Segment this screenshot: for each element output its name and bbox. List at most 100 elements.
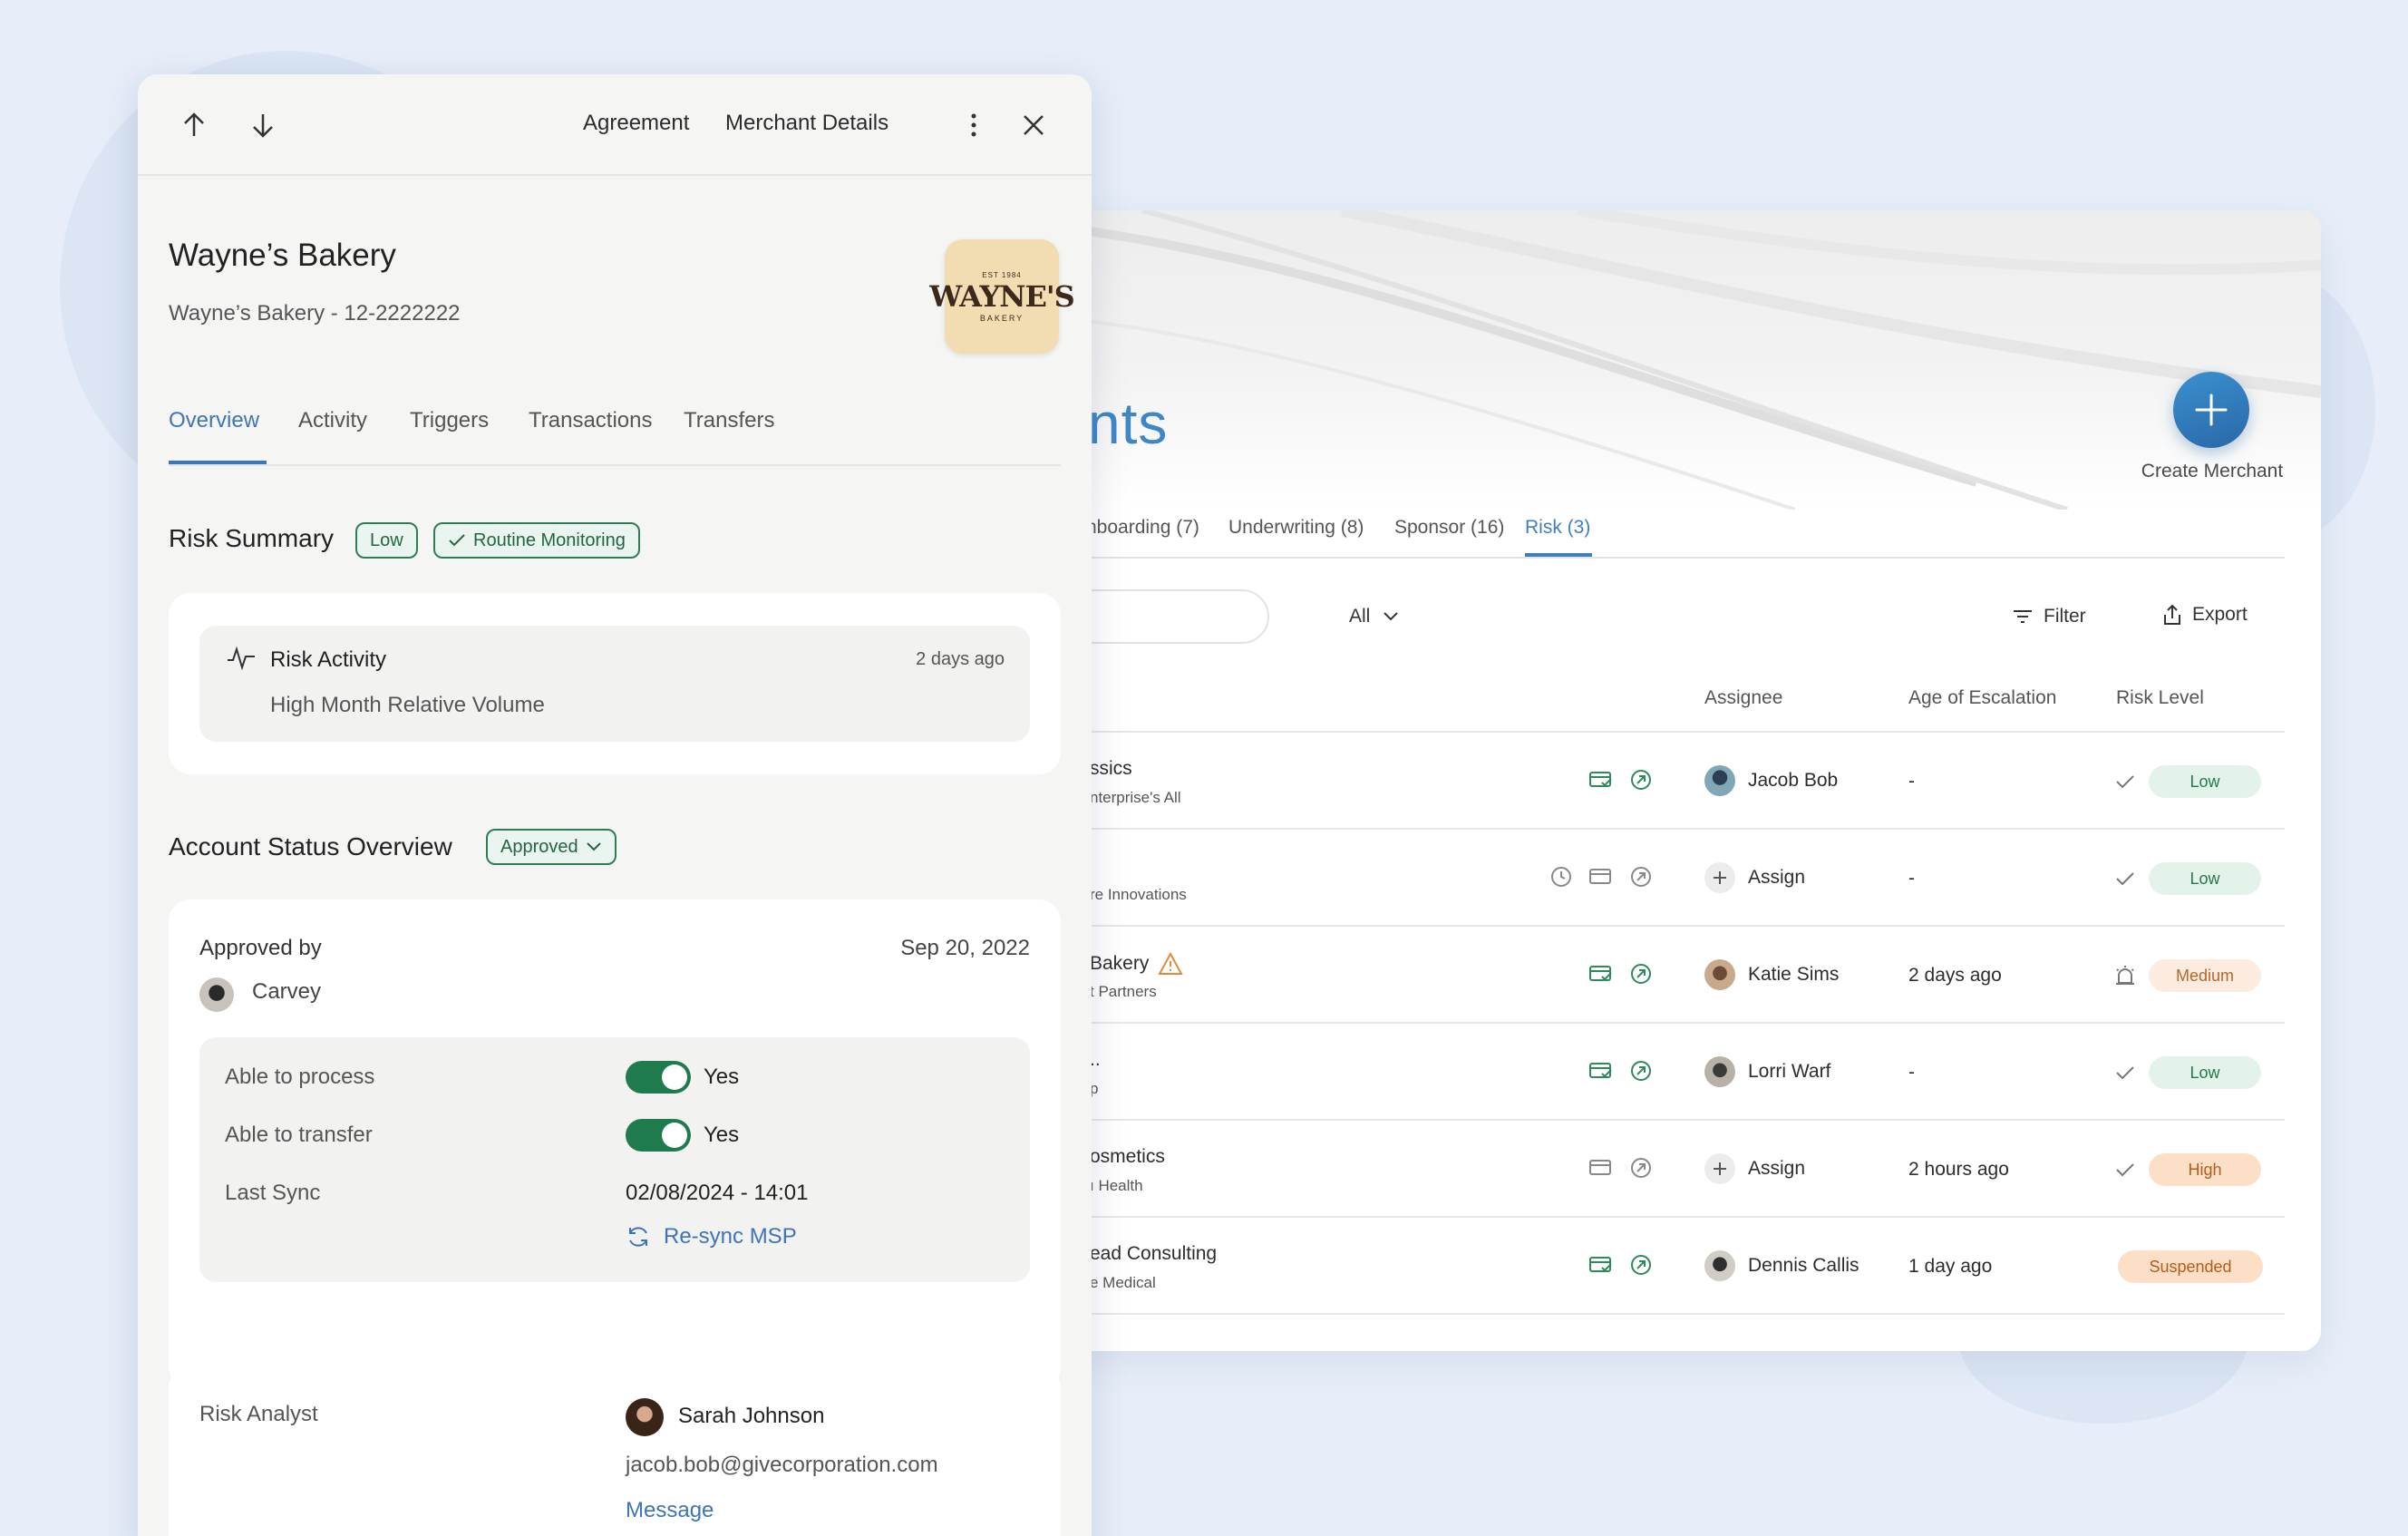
open-link-icon[interactable]	[1628, 1058, 1654, 1084]
agreement-link[interactable]: Agreement	[583, 111, 689, 136]
assignee[interactable]: Katie Sims	[1704, 959, 1839, 990]
card-check-icon[interactable]	[1588, 767, 1614, 792]
card-check-icon[interactable]	[1588, 1058, 1614, 1084]
last-sync-label: Last Sync	[225, 1181, 321, 1205]
tab-triggers[interactable]: Triggers	[410, 408, 489, 433]
tab-overview[interactable]: Overview	[169, 408, 259, 433]
check-icon	[2112, 1157, 2138, 1182]
account-capabilities: Able to process Yes Able to transfer Yes…	[199, 1037, 1030, 1282]
able-to-process-toggle[interactable]	[626, 1061, 691, 1094]
open-link-icon[interactable]	[1628, 961, 1654, 987]
assignee[interactable]: Lorri Warf	[1704, 1056, 1830, 1087]
avatar	[626, 1398, 664, 1436]
logo-sub: BAKERY	[979, 313, 1024, 323]
table-row[interactable]: ead Consulting e Medical Dennis Callis 1…	[1070, 1218, 2285, 1315]
check-icon	[2112, 1060, 2138, 1085]
more-vertical-icon[interactable]	[957, 109, 990, 141]
risk-level-badge: Low	[2149, 1056, 2261, 1089]
tab-activity[interactable]: Activity	[298, 408, 367, 433]
column-assignee: Assignee	[1704, 687, 1783, 708]
merchant-sub: ı Health	[1090, 1177, 1143, 1194]
chevron-down-icon	[586, 842, 601, 851]
search-input[interactable]	[1070, 589, 1269, 644]
assign-button[interactable]: Assign	[1704, 1153, 1805, 1184]
open-link-icon[interactable]	[1628, 864, 1654, 890]
create-merchant-label: Create Merchant	[2141, 461, 2284, 481]
merchant-name: ead Consulting	[1090, 1243, 1218, 1264]
tab-transactions[interactable]: Transactions	[529, 408, 653, 433]
able-to-process-label: Able to process	[225, 1065, 375, 1089]
export-button[interactable]: Export	[2163, 604, 2248, 626]
card-icon[interactable]	[1588, 1155, 1614, 1181]
open-link-icon[interactable]	[1628, 1252, 1654, 1278]
column-age-of-escalation: Age of Escalation	[1908, 687, 2057, 708]
last-sync-value: 02/08/2024 - 14:01	[626, 1181, 809, 1205]
merchant-name: osmetics	[1090, 1146, 1165, 1167]
tab-onboarding[interactable]: nboarding (7)	[1086, 517, 1199, 539]
assignee[interactable]: Jacob Bob	[1704, 765, 1838, 796]
merchant-sub: nterprise's All	[1090, 789, 1181, 806]
able-to-process-value: Yes	[704, 1065, 740, 1089]
approved-status-dropdown[interactable]: Approved	[486, 829, 617, 865]
message-link[interactable]: Message	[626, 1498, 714, 1523]
resync-msp-link[interactable]: Re-sync MSP	[626, 1224, 797, 1249]
tab-underwriting[interactable]: Underwriting (8)	[1228, 517, 1364, 539]
filter-button[interactable]: Filter	[2013, 606, 2086, 627]
able-to-transfer-label: Able to transfer	[225, 1123, 373, 1147]
plus-icon	[1704, 862, 1735, 893]
check-icon	[449, 534, 465, 547]
clock-icon[interactable]	[1549, 864, 1574, 890]
tab-transfers[interactable]: Transfers	[684, 408, 774, 433]
export-label: Export	[2192, 604, 2248, 625]
assign-label: Assign	[1748, 1158, 1806, 1179]
risk-level-badge: Low	[2149, 862, 2261, 895]
table-row[interactable]: ssics nterprise's All Jacob Bob - Low	[1070, 733, 2285, 830]
merchant-logo: EST 1984 WAYNE'S BAKERY	[929, 239, 1075, 354]
table-row[interactable]: osmetics ı Health Assign 2 hours ago Hig…	[1070, 1121, 2285, 1218]
drawer-toolbar: Agreement Merchant Details	[138, 74, 1092, 176]
open-link-icon[interactable]	[1628, 1155, 1654, 1181]
risk-activity-detail: High Month Relative Volume	[270, 693, 545, 717]
close-icon[interactable]	[1017, 109, 1050, 141]
risk-activity-item[interactable]: Risk Activity 2 days ago High Month Rela…	[199, 626, 1030, 742]
able-to-transfer-toggle[interactable]	[626, 1119, 691, 1152]
logo-wordmark: WAYNE'S	[929, 278, 1075, 314]
risk-level-badge: Medium	[2149, 959, 2261, 992]
approved-by-label: Approved by	[199, 936, 322, 960]
status-select-value: All	[1349, 606, 1371, 627]
risk-summary-card: Risk Activity 2 days ago High Month Rela…	[169, 593, 1061, 774]
merchant-details-link[interactable]: Merchant Details	[725, 111, 888, 136]
arrow-down-icon[interactable]	[247, 109, 279, 141]
merchant-name: ssics	[1090, 758, 1132, 779]
avatar	[1704, 1056, 1735, 1087]
arrow-up-icon[interactable]	[178, 109, 210, 141]
avatar	[1704, 765, 1735, 796]
open-link-icon[interactable]	[1628, 767, 1654, 792]
monitoring-label: Routine Monitoring	[473, 530, 626, 550]
analyst-email: jacob.bob@givecorporation.com	[626, 1453, 938, 1477]
status-select[interactable]: All	[1349, 606, 1399, 627]
assignee-name: Dennis Callis	[1748, 1255, 1859, 1276]
table-row[interactable]: .. p Lorri Warf - Low	[1070, 1024, 2285, 1121]
tab-sponsor[interactable]: Sponsor (16)	[1394, 517, 1504, 539]
card-icon[interactable]	[1588, 864, 1614, 890]
assignee[interactable]: Dennis Callis	[1704, 1250, 1859, 1281]
page-title: nts	[1088, 391, 1169, 456]
avatar	[1704, 1250, 1735, 1281]
assign-label: Assign	[1748, 867, 1806, 888]
check-icon	[2112, 769, 2138, 794]
table-row[interactable]: re Innovations Assign - Low	[1070, 830, 2285, 927]
merchant-sub: e Medical	[1090, 1274, 1156, 1291]
check-icon	[2112, 866, 2138, 891]
assign-button[interactable]: Assign	[1704, 862, 1805, 893]
card-check-icon[interactable]	[1588, 1252, 1614, 1278]
tab-risk[interactable]: Risk (3)	[1525, 517, 1590, 539]
merchant-name-cell: Bakery	[1090, 952, 1184, 976]
table-row[interactable]: Bakery t Partners Katie Sims 2 days ago …	[1070, 927, 2285, 1024]
drawer-tabs: Overview Activity Triggers Transactions …	[169, 408, 1061, 466]
resync-msp-label: Re-sync MSP	[664, 1224, 797, 1249]
create-merchant-button[interactable]	[2173, 372, 2249, 448]
merchant-name: Wayne’s Bakery	[169, 238, 396, 273]
risk-analyst-card: Risk Analyst Sarah Johnson jacob.bob@giv…	[169, 1366, 1061, 1536]
card-check-icon[interactable]	[1588, 961, 1614, 987]
